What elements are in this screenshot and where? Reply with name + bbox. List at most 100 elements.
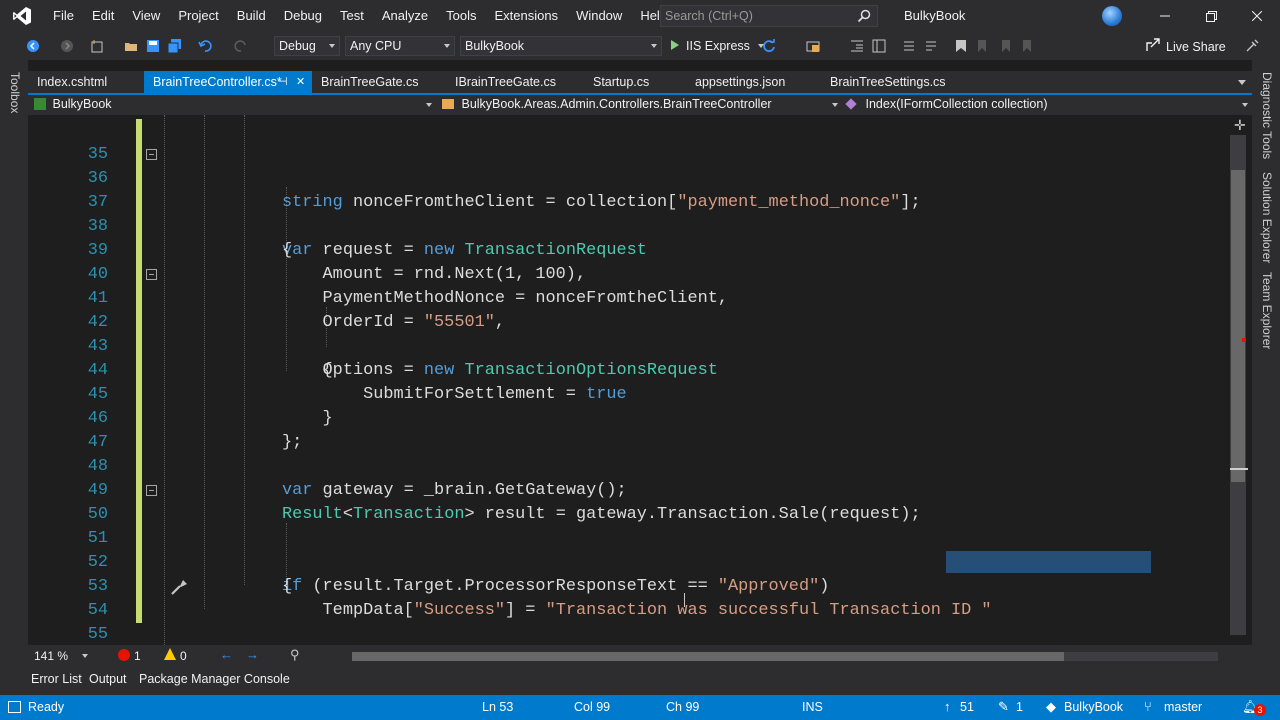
bookmark-icon[interactable] xyxy=(954,39,968,53)
back-icon[interactable] xyxy=(26,39,40,53)
open-folder-icon[interactable] xyxy=(124,39,138,53)
error-icon[interactable] xyxy=(118,649,130,661)
browser-link-icon[interactable] xyxy=(806,39,820,53)
menu-project[interactable]: Project xyxy=(169,0,227,32)
toolbox-tab[interactable]: Toolbox xyxy=(8,72,22,113)
status-branch[interactable]: master xyxy=(1164,700,1202,714)
menu-debug[interactable]: Debug xyxy=(275,0,331,32)
nav-back-icon[interactable]: ← xyxy=(220,647,233,662)
live-share-button[interactable]: Live Share xyxy=(1146,38,1226,55)
menu-extensions[interactable]: Extensions xyxy=(485,0,567,32)
tab-appsettings[interactable]: appsettings.json xyxy=(686,71,820,93)
chevron-down-icon xyxy=(1242,103,1248,107)
decrease-indent-icon[interactable] xyxy=(850,39,864,53)
tab-braintreesettings[interactable]: BrainTreeSettings.cs xyxy=(821,71,971,93)
project-dropdown[interactable]: BulkyBook xyxy=(34,95,434,115)
save-all-icon[interactable] xyxy=(167,39,182,54)
status-line[interactable]: Ln 53 xyxy=(482,700,513,714)
chevron-down-icon[interactable] xyxy=(82,654,88,658)
increase-indent-icon[interactable] xyxy=(872,39,886,53)
diagnostic-tools-tab[interactable]: Diagnostic Tools xyxy=(1260,72,1274,159)
warning-icon[interactable] xyxy=(164,648,176,660)
startup-project-select[interactable]: BulkyBook xyxy=(460,36,662,56)
tab-ibraintreegate[interactable]: IBrainTreeGate.cs xyxy=(446,71,580,93)
menu-window[interactable]: Window xyxy=(567,0,631,32)
configuration-select[interactable]: Debug xyxy=(274,36,340,56)
tab-braintreecontroller[interactable]: BrainTreeController.cs* ⊣ ✕ xyxy=(144,71,312,93)
tab-error-list[interactable]: Error List xyxy=(31,672,82,686)
collapse-icon[interactable] xyxy=(146,269,157,280)
horizontal-scrollbar-thumb[interactable] xyxy=(352,652,1064,661)
menu-test[interactable]: Test xyxy=(331,0,373,32)
status-char[interactable]: Ch 99 xyxy=(666,700,699,714)
csharp-project-icon xyxy=(34,98,46,110)
tab-output[interactable]: Output xyxy=(89,672,127,686)
project-label: BulkyBook xyxy=(52,97,112,111)
status-repository[interactable]: BulkyBook xyxy=(1064,700,1123,714)
account-avatar[interactable] xyxy=(1102,6,1122,26)
clear-bookmarks-icon[interactable] xyxy=(1020,39,1034,53)
menu-analyze[interactable]: Analyze xyxy=(373,0,437,32)
member-dropdown[interactable]: Index(IFormCollection collection) xyxy=(845,95,1248,115)
method-icon xyxy=(845,98,857,110)
comment-icon[interactable] xyxy=(902,39,916,53)
text-cursor-icon xyxy=(684,593,685,607)
zoom-level[interactable]: 141 % xyxy=(34,649,68,663)
uncomment-icon[interactable] xyxy=(924,39,938,53)
menu-edit[interactable]: Edit xyxy=(83,0,123,32)
collapse-icon[interactable] xyxy=(146,149,157,160)
tab-braintreegate[interactable]: BrainTreeGate.cs xyxy=(312,71,446,93)
refresh-icon[interactable] xyxy=(762,39,776,53)
split-editor-icon[interactable]: ✛ xyxy=(1234,117,1246,134)
collapse-icon[interactable] xyxy=(146,485,157,496)
menu-tools[interactable]: Tools xyxy=(437,0,485,32)
change-indicator xyxy=(136,359,142,383)
platform-select[interactable]: Any CPU xyxy=(345,36,455,56)
team-explorer-tab[interactable]: Team Explorer xyxy=(1260,272,1274,349)
nav-forward-icon[interactable]: → xyxy=(246,647,259,662)
undo-icon[interactable] xyxy=(198,39,212,53)
code-line: 38 Amount = rnd.Next(1, 100), xyxy=(28,191,1228,284)
solution-explorer-tab[interactable]: Solution Explorer xyxy=(1260,172,1274,263)
code-line: 46 xyxy=(28,383,1228,428)
status-pending-changes[interactable]: 1 xyxy=(1016,700,1023,714)
code-line: 45 }; xyxy=(28,359,1228,452)
menu-file[interactable]: File xyxy=(44,0,83,32)
status-commits[interactable]: 51 xyxy=(960,700,974,714)
prev-bookmark-icon[interactable] xyxy=(976,39,990,53)
new-project-icon[interactable] xyxy=(90,39,104,53)
code-line: 49 xyxy=(28,455,1228,500)
class-dropdown[interactable]: BulkyBook.Areas.Admin.Controllers.BrainT… xyxy=(442,95,838,115)
tab-package-manager-console[interactable]: Package Manager Console xyxy=(139,672,290,686)
right-tool-strip: Diagnostic Tools Solution Explorer Team … xyxy=(1252,60,1280,695)
tab-startup[interactable]: Startup.cs xyxy=(584,71,684,93)
feedback-icon[interactable] xyxy=(1245,39,1259,53)
pin-icon[interactable]: ⊣ xyxy=(278,71,288,93)
change-indicator xyxy=(136,479,142,503)
vertical-scrollbar-thumb[interactable] xyxy=(1231,170,1245,482)
menu-build[interactable]: Build xyxy=(228,0,275,32)
menu-view[interactable]: View xyxy=(123,0,169,32)
code-line: 48 Result<Transaction> result = gateway.… xyxy=(28,431,1228,524)
start-debugging-button[interactable]: IIS Express xyxy=(670,36,764,56)
code-line: 42 { xyxy=(28,287,1228,380)
redo-icon[interactable] xyxy=(234,39,248,53)
minimize-button[interactable] xyxy=(1142,0,1188,32)
code-cleanup-icon[interactable]: ⚲ xyxy=(290,647,300,663)
error-count: 1 xyxy=(134,649,141,663)
tab-index-cshtml[interactable]: Index.cshtml xyxy=(28,71,144,93)
next-bookmark-icon[interactable] xyxy=(998,39,1012,53)
status-insert-mode[interactable]: INS xyxy=(802,700,823,714)
save-icon[interactable] xyxy=(146,39,160,53)
search-input[interactable]: Search (Ctrl+Q) xyxy=(660,5,878,27)
forward-icon[interactable] xyxy=(60,39,74,53)
close-window-button[interactable] xyxy=(1234,0,1280,32)
code-line: 52 TempData["Success"] = "Transaction wa… xyxy=(28,527,1228,620)
search-placeholder: Search (Ctrl+Q) xyxy=(665,9,753,23)
status-column[interactable]: Col 99 xyxy=(574,700,610,714)
restore-button[interactable] xyxy=(1188,0,1234,32)
close-tab-icon[interactable]: ✕ xyxy=(296,71,305,93)
tab-overflow-icon[interactable] xyxy=(1238,80,1246,85)
code-editor[interactable]: 35 string nonceFromtheClient = collectio… xyxy=(28,115,1228,645)
branch-icon: ⑂ xyxy=(1144,699,1152,714)
